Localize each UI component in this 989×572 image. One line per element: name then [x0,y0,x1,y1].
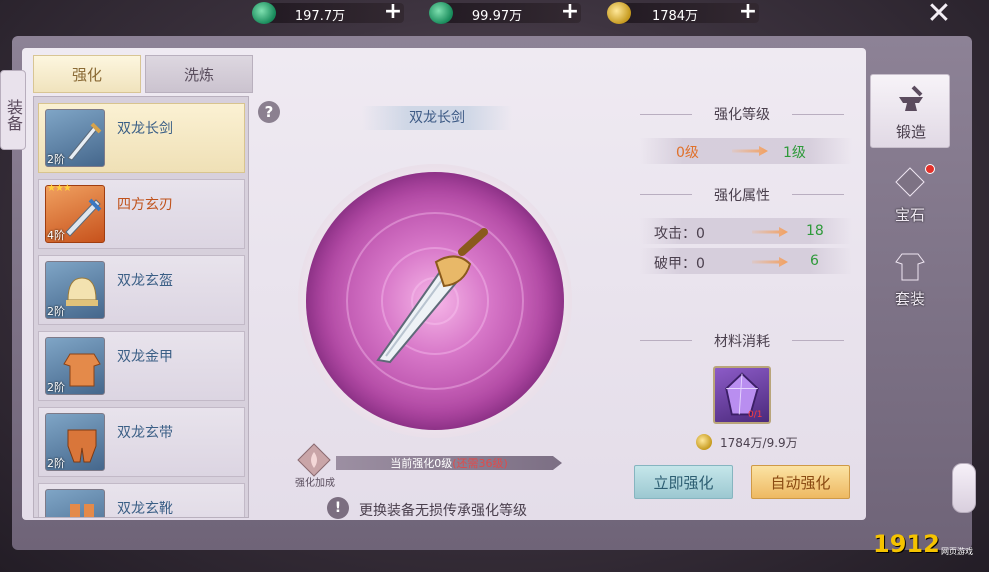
item-tier: 4阶 [47,229,65,242]
material-count: 0/1 [748,410,763,420]
progress-current: 当前强化0级 [390,457,453,470]
side-tab-label: 套装 [894,290,925,308]
tab-refine[interactable]: 洗炼 [145,55,253,93]
level-to: 1级 [783,145,806,161]
equipment-list[interactable]: 2阶 双龙长剑 ★★★ 4阶 四方玄刃 2阶 双龙玄盔 2阶 双龙金甲 2阶 双… [33,96,249,518]
material-cost: 1784万/9.9万 [720,436,798,450]
item-name: 四方玄刃 [117,197,173,213]
armor-set-icon [895,253,925,281]
enhance-progress-text: 当前强化0级(还需36级) [336,455,562,471]
currency-jade: 197.7万 + [252,1,404,24]
coin-icon [607,2,631,24]
add-bound-jade-button[interactable]: + [559,1,581,24]
item-name: 双龙玄靴 [117,501,173,517]
side-tab-label: 锻造 [895,123,926,141]
item-name: 双龙玄盔 [117,273,173,289]
side-tab-label: 宝石 [894,206,925,224]
site-logo-sub: 网页游戏 [941,547,973,556]
notification-dot [925,164,935,174]
item-tier: 2阶 [47,457,65,470]
side-scroll-handle[interactable] [952,463,976,513]
side-tab-set[interactable]: 套装 [870,242,950,316]
list-item[interactable]: 2阶 双龙长剑 [38,103,245,173]
armor-break-label: 破甲：0 [654,256,705,272]
bonus-label: 强化加成 [295,478,335,489]
upgrade-now-button[interactable]: 立即强化 [634,465,733,499]
coin-icon [696,434,712,450]
attack-value: 18 [806,223,824,239]
add-coin-button[interactable]: + [737,1,759,24]
armor-break-value: 6 [810,253,819,269]
list-item[interactable]: 2阶 双龙玄盔 [38,255,245,325]
list-item[interactable]: ★★★ 4阶 四方玄刃 [38,179,245,249]
currency-bar: 197.7万 + 99.97万 + 1784万 + ✕ [0,0,989,29]
anvil-icon [899,85,923,111]
item-name: 双龙玄带 [117,425,173,441]
currency-bound-jade: 99.97万 + [429,1,581,24]
item-title: 双龙长剑 [362,106,512,130]
side-tab-forge[interactable]: 锻造 [870,74,950,148]
level-title: 强化等级 [714,107,770,123]
add-jade-button[interactable]: + [382,1,404,24]
boots-icon [45,489,105,517]
bound-jade-value: 99.97万 [471,9,523,24]
currency-coin: 1784万 + [607,1,759,24]
coin-value: 1784万 [651,9,699,24]
star-rating: ★★★ [47,183,72,194]
level-from: 0级 [676,145,699,161]
item-name: 双龙长剑 [117,121,173,137]
item-tier: 2阶 [47,305,65,318]
material-title: 材料消耗 [714,334,770,350]
list-item[interactable]: 2阶 双龙金甲 [38,331,245,401]
bound-jade-icon [429,2,453,24]
list-item[interactable]: 双龙玄靴 [38,483,245,517]
site-logo: 1912 [873,530,940,558]
attack-label: 攻击：0 [654,226,705,242]
jade-value: 197.7万 [294,9,346,24]
help-button[interactable]: ? [258,101,280,123]
progress-need: (还需36级) [452,457,508,470]
side-tab-gem[interactable]: 宝石 [870,158,950,232]
tab-enhance[interactable]: 强化 [33,55,141,93]
jade-icon [252,2,276,24]
warning-icon: ! [327,497,349,519]
item-tier: 2阶 [47,153,65,166]
gem-icon [895,167,925,197]
equipment-side-label[interactable]: 装备 [0,70,26,150]
attr-title: 强化属性 [714,188,770,204]
item-tier: 2阶 [47,381,65,394]
sword-icon [376,228,488,364]
auto-upgrade-button[interactable]: 自动强化 [751,465,850,499]
list-item[interactable]: 2阶 双龙玄带 [38,407,245,477]
close-button[interactable]: ✕ [924,0,954,29]
warning-text: 更换装备无损传承强化等级 [359,503,527,519]
item-name: 双龙金甲 [117,349,173,365]
